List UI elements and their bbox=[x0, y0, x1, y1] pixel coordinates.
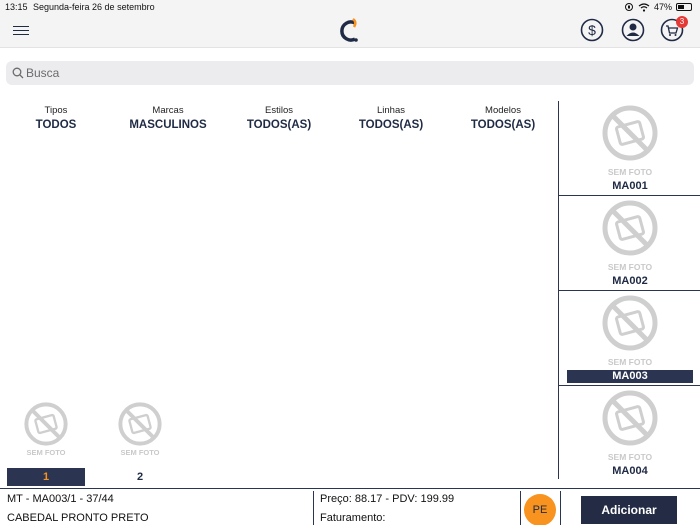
page-tab-2[interactable]: 2 bbox=[101, 468, 179, 486]
product-list: SEM FOTO MA001 SEM FOTO MA002 SEM FOTO M… bbox=[558, 101, 700, 479]
billing-label: Faturamento: bbox=[320, 512, 386, 524]
filter-label: Marcas bbox=[152, 105, 184, 116]
dollar-button[interactable]: $ bbox=[580, 18, 604, 42]
no-photo-icon bbox=[602, 295, 658, 351]
page-thumb-1[interactable]: SEM FOTO bbox=[24, 402, 68, 458]
search-icon bbox=[12, 67, 24, 79]
filter-value: TODOS(AS) bbox=[358, 119, 424, 131]
item-description: CABEDAL PRONTO PRETO bbox=[7, 512, 149, 524]
filter-value: TODOS bbox=[35, 119, 77, 131]
user-icon bbox=[621, 18, 645, 42]
product-code: MA004 bbox=[612, 465, 648, 477]
filter-label: Tipos bbox=[44, 105, 68, 116]
filter-label: Modelos bbox=[485, 105, 521, 116]
filter-value: TODOS(AS) bbox=[246, 119, 312, 131]
no-photo-icon bbox=[118, 402, 162, 446]
status-date: Segunda-feira 26 de setembro bbox=[33, 2, 155, 12]
product-item-ma001[interactable]: SEM FOTO MA001 bbox=[559, 101, 700, 196]
status-bar: 13:15 Segunda-feira 26 de setembro 47% bbox=[0, 0, 700, 14]
filter-linhas[interactable]: Linhas TODOS(AS) bbox=[341, 105, 441, 131]
no-photo-label: SEM FOTO bbox=[120, 448, 160, 457]
footer-bar: MT - MA003/1 - 37/44 CABEDAL PRONTO PRET… bbox=[0, 488, 700, 525]
no-photo-label: SEM FOTO bbox=[607, 167, 653, 177]
filter-label: Linhas bbox=[377, 105, 405, 116]
footer-divider bbox=[560, 491, 561, 525]
svg-text:$: $ bbox=[588, 22, 596, 38]
no-photo-icon bbox=[602, 105, 658, 161]
no-photo-icon bbox=[602, 390, 658, 446]
filter-estilos[interactable]: Estilos TODOS(AS) bbox=[229, 105, 329, 131]
hamburger-menu-icon[interactable] bbox=[13, 26, 29, 36]
no-photo-label: SEM FOTO bbox=[607, 357, 653, 367]
product-item-ma002[interactable]: SEM FOTO MA002 bbox=[559, 196, 700, 291]
product-code: MA002 bbox=[612, 275, 648, 287]
product-code: MA001 bbox=[612, 180, 648, 192]
product-code: MA003 bbox=[567, 370, 693, 383]
add-button[interactable]: Adicionar bbox=[581, 496, 677, 524]
c-logo-icon bbox=[340, 18, 358, 42]
orientation-lock-icon bbox=[624, 3, 633, 11]
page-thumb-2[interactable]: SEM FOTO bbox=[118, 402, 162, 458]
status-right: 47% bbox=[624, 2, 692, 12]
product-item-ma003[interactable]: SEM FOTO MA003 bbox=[559, 291, 700, 386]
no-photo-icon bbox=[602, 200, 658, 256]
filter-value: TODOS(AS) bbox=[470, 119, 536, 131]
filter-marcas[interactable]: Marcas MASCULINOS bbox=[118, 105, 218, 131]
wifi-icon bbox=[638, 2, 650, 12]
no-photo-icon bbox=[24, 402, 68, 446]
filter-label: Estilos bbox=[265, 105, 293, 116]
no-photo-label: SEM FOTO bbox=[607, 452, 653, 462]
price-info: Preço: 88.17 - PDV: 199.99 bbox=[320, 493, 455, 505]
battery-percent: 47% bbox=[653, 2, 672, 12]
footer-divider bbox=[313, 491, 314, 525]
filter-modelos[interactable]: Modelos TODOS(AS) bbox=[453, 105, 553, 131]
page-tab-1[interactable]: 1 bbox=[7, 468, 85, 486]
search-bar[interactable] bbox=[6, 61, 694, 85]
product-item-ma004[interactable]: SEM FOTO MA004 bbox=[559, 386, 700, 481]
cart-button[interactable]: 3 bbox=[660, 16, 688, 42]
battery-icon bbox=[676, 3, 692, 11]
no-photo-label: SEM FOTO bbox=[607, 262, 653, 272]
item-reference: MT - MA003/1 - 37/44 bbox=[7, 493, 114, 505]
no-photo-label: SEM FOTO bbox=[26, 448, 66, 457]
pe-button[interactable]: PE bbox=[524, 494, 556, 525]
filter-value: MASCULINOS bbox=[129, 119, 207, 131]
status-time: 13:15 bbox=[5, 2, 28, 12]
footer-divider bbox=[520, 491, 521, 525]
dollar-icon: $ bbox=[580, 18, 604, 42]
cart-count-badge: 3 bbox=[676, 16, 688, 28]
user-button[interactable] bbox=[621, 18, 645, 42]
app-header: $ 3 bbox=[0, 14, 700, 48]
filter-tipos[interactable]: Tipos TODOS bbox=[6, 105, 106, 131]
search-input[interactable] bbox=[26, 64, 686, 82]
